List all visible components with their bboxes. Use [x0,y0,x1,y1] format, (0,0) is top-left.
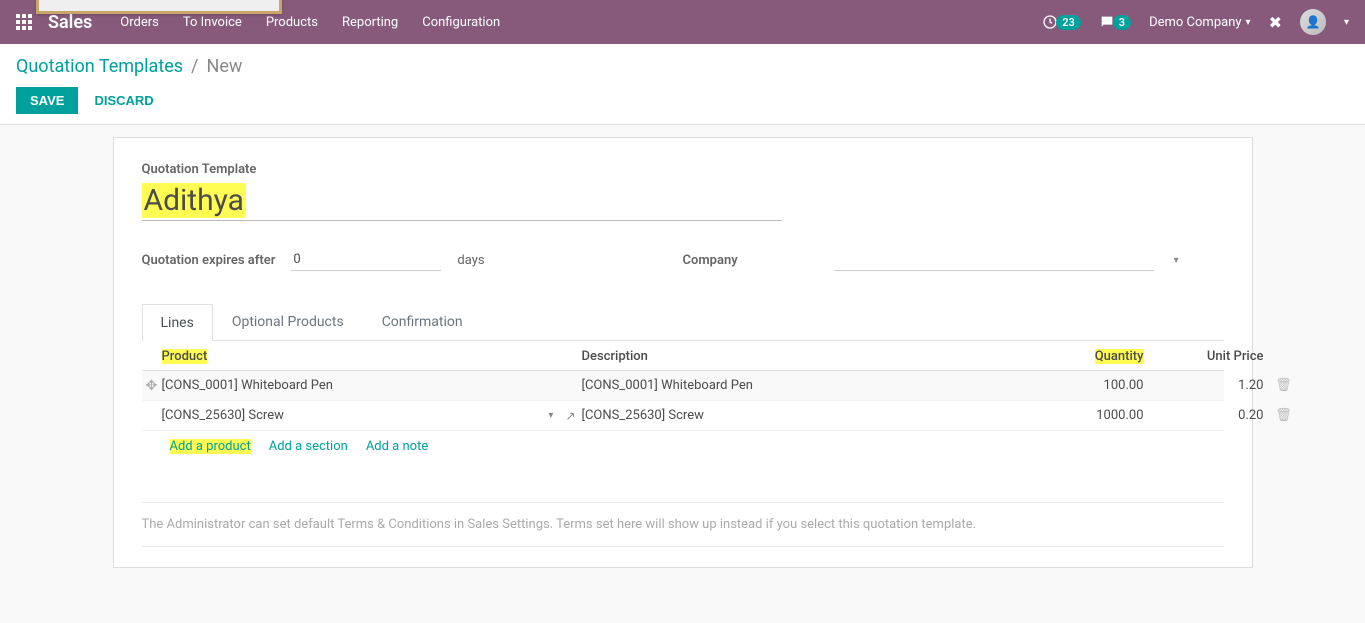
cell-unit-price[interactable]: 0.20 [1152,408,1272,423]
cell-quantity[interactable]: 1000.00 [1022,408,1152,423]
messages-button[interactable]: 3 [1099,14,1131,30]
expires-input[interactable] [291,249,441,271]
company-input[interactable] [834,249,1154,271]
avatar[interactable]: 👤 [1300,9,1326,35]
title-label: Quotation Template [142,162,1224,177]
days-label: days [457,253,484,268]
menu-configuration[interactable]: Configuration [422,15,500,30]
tabs: Lines Optional Products Confirmation [142,303,1224,341]
action-buttons: Save Discard [16,87,1349,114]
cell-description[interactable]: [CONS_25630] Screw [582,408,1022,423]
decorative-overlay [36,0,282,14]
highlight-title: Adithya [142,183,246,218]
form-row: Quotation expires after days Company ▾ [142,249,1224,271]
cell-unit-price[interactable]: 1.20 [1152,378,1272,393]
app-brand[interactable]: Sales [48,12,92,33]
trash-icon[interactable]: 🗑 [1272,378,1296,393]
tab-confirmation[interactable]: Confirmation [363,303,482,340]
menu-orders[interactable]: Orders [120,15,159,30]
top-navigation: Sales Orders To Invoice Products Reporti… [0,0,1365,44]
top-menu: Orders To Invoice Products Reporting Con… [120,15,1042,30]
col-product: Product [162,349,208,364]
cell-product[interactable]: [CONS_0001] Whiteboard Pen [162,378,582,393]
messages-count: 3 [1113,15,1131,30]
activities-count: 23 [1056,15,1081,30]
cell-quantity[interactable]: 100.00 [1022,378,1152,393]
menu-products[interactable]: Products [266,15,318,30]
form-sheet: Quotation Template Adithya Quotation exp… [113,137,1253,568]
expires-group: Quotation expires after days [142,249,683,271]
control-panel: Quotation Templates / New Save Discard [0,44,1365,125]
breadcrumb: Quotation Templates / New [16,56,1349,77]
col-description: Description [582,349,1022,364]
company-label: Company [683,253,738,268]
apps-icon[interactable] [16,14,32,30]
discard-button[interactable]: Discard [94,93,153,108]
terms-placeholder[interactable]: The Administrator can set default Terms … [142,502,1224,547]
table-row[interactable]: [CONS_25630] Screw ▾ ↗ [CONS_25630] Scre… [142,401,1224,431]
chevron-down-icon[interactable]: ▾ [1174,255,1179,266]
company-name: Demo Company [1149,15,1241,30]
lines-grid: Product Description Quantity Unit Price … [142,341,1224,454]
expires-label: Quotation expires after [142,253,276,268]
cell-description[interactable]: [CONS_0001] Whiteboard Pen [582,378,1022,393]
menu-reporting[interactable]: Reporting [342,15,398,30]
user-menu-caret[interactable]: ▾ [1344,17,1349,28]
drag-handle-icon[interactable]: ✥ [142,378,162,394]
tab-optional-products[interactable]: Optional Products [213,303,363,340]
menu-to-invoice[interactable]: To Invoice [183,15,242,30]
breadcrumb-current: New [206,56,242,77]
chevron-down-icon[interactable]: ▾ [548,410,553,421]
col-quantity: Quantity [1095,349,1144,364]
add-product-link[interactable]: Add a product [170,439,251,454]
cell-product[interactable]: [CONS_25630] Screw ▾ ↗ [162,408,582,423]
save-button[interactable]: Save [16,87,78,114]
trash-icon[interactable]: 🗑 [1272,408,1296,423]
activities-button[interactable]: 23 [1042,14,1081,30]
external-link-icon[interactable]: ↗ [565,409,575,423]
developer-tools-icon[interactable]: ✖ [1269,13,1282,32]
grid-header: Product Description Quantity Unit Price [142,341,1224,371]
add-section-link[interactable]: Add a section [269,439,348,454]
col-unit-price: Unit Price [1152,349,1272,364]
top-right-tray: 23 3 Demo Company ▾ ✖ 👤 ▾ [1042,9,1349,35]
chevron-down-icon: ▾ [1246,17,1251,28]
add-links-row: Add a product Add a section Add a note [142,431,1224,454]
company-switcher[interactable]: Demo Company ▾ [1149,15,1250,30]
company-group: Company ▾ [683,249,1224,271]
tab-lines[interactable]: Lines [142,304,213,341]
breadcrumb-sep: / [191,56,198,77]
add-note-link[interactable]: Add a note [366,439,428,454]
table-row[interactable]: ✥ [CONS_0001] Whiteboard Pen [CONS_0001]… [142,371,1224,401]
breadcrumb-root[interactable]: Quotation Templates [16,56,183,77]
